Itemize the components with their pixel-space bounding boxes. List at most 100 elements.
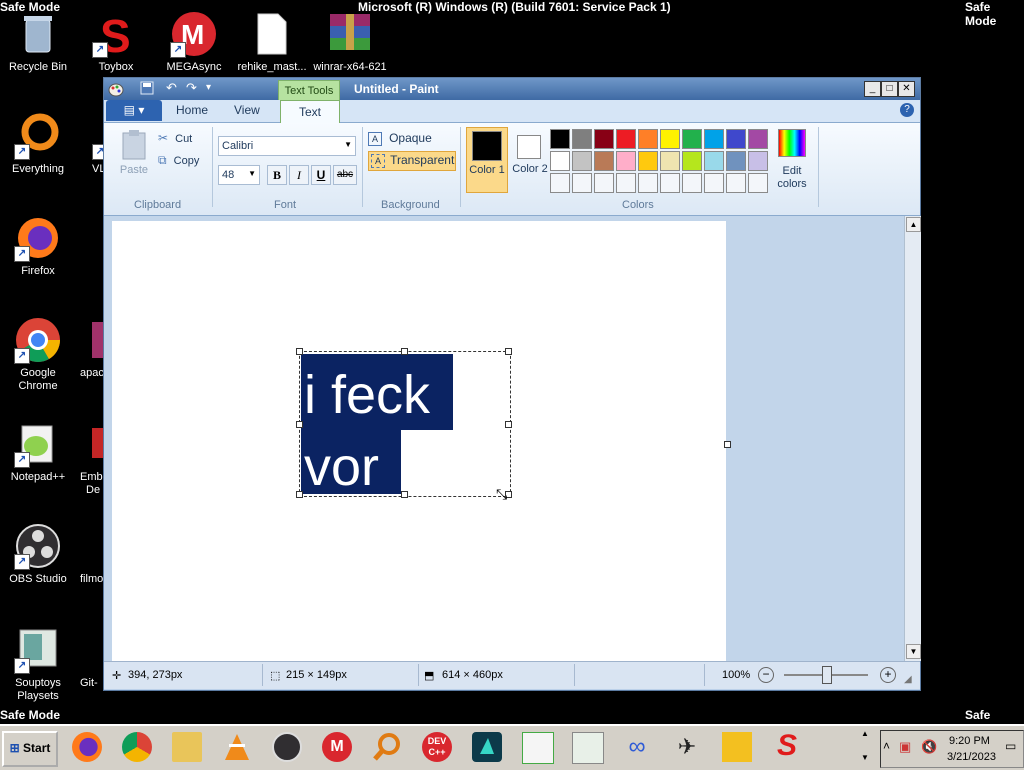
tab-view[interactable]: View (234, 103, 260, 117)
palette-color-swatch[interactable] (682, 173, 702, 193)
desktop-icon-filmo[interactable]: filmo (80, 522, 104, 586)
palette-color-swatch[interactable] (682, 129, 702, 149)
palette-color-swatch[interactable] (638, 173, 658, 193)
network-icon[interactable]: ▣ (899, 739, 911, 755)
obs-icon[interactable] (272, 732, 302, 762)
explorer-icon[interactable] (172, 732, 202, 762)
palette-color-swatch[interactable] (616, 151, 636, 171)
notepad-icon[interactable] (522, 732, 554, 764)
zoom-in-button[interactable]: + (880, 667, 896, 683)
vertical-scrollbar[interactable]: ▲ ▼ (904, 216, 921, 661)
palette-color-swatch[interactable] (594, 129, 614, 149)
taskbar-scroll[interactable]: ▲ ▼ (858, 728, 872, 766)
palette-color-swatch[interactable] (660, 151, 680, 171)
help-icon[interactable]: ? (900, 103, 914, 117)
palette-color-swatch[interactable] (748, 151, 768, 171)
desktop-icon-git[interactable]: Git- (80, 626, 104, 690)
cookie-icon[interactable] (722, 732, 752, 762)
edit-colors-button[interactable]: Edit colors (772, 129, 812, 193)
tab-text[interactable]: Text (280, 100, 340, 124)
palette-color-swatch[interactable] (616, 129, 636, 149)
paste-button[interactable]: Paste (116, 129, 152, 179)
bold-button[interactable]: B (267, 165, 287, 185)
search-icon[interactable] (372, 732, 402, 762)
desktop-icon-apac[interactable]: apac (80, 316, 104, 380)
close-button[interactable]: ✕ (898, 81, 915, 97)
zoom-out-button[interactable]: − (758, 667, 774, 683)
palette-color-swatch[interactable] (748, 129, 768, 149)
strikethrough-button[interactable]: abc (333, 165, 357, 185)
palette-color-swatch[interactable] (726, 151, 746, 171)
palette-color-swatch[interactable] (704, 173, 724, 193)
megasync-icon[interactable]: M (322, 732, 352, 762)
volume-icon[interactable]: 🔇 (921, 739, 937, 755)
palette-color-swatch[interactable] (572, 129, 592, 149)
clock-time[interactable]: 9:20 PM (949, 735, 990, 747)
text-box[interactable]: i feck vor ⤡ (296, 348, 512, 502)
canvas-resize-handle[interactable] (724, 441, 731, 448)
underline-button[interactable]: U (311, 165, 331, 185)
scroll-down-icon[interactable]: ▼ (906, 644, 921, 659)
desktop-icon-souptoys[interactable]: ↗ Souptoys Playsets (0, 626, 76, 703)
resize-handle[interactable] (505, 421, 512, 428)
palette-color-swatch[interactable] (704, 129, 724, 149)
palette-color-swatch[interactable] (594, 173, 614, 193)
zoom-slider-thumb[interactable] (822, 666, 832, 684)
devcpp-icon[interactable]: DEV C++ (422, 732, 452, 762)
filmora-icon[interactable] (472, 732, 502, 762)
resize-grip-icon[interactable]: ◢ (904, 674, 912, 685)
desktop-icon-rehike[interactable]: rehike_mast... (234, 10, 310, 74)
minimize-button[interactable]: _ (864, 81, 881, 97)
resize-handle[interactable] (401, 348, 408, 355)
transparent-button[interactable]: A Transparent (368, 151, 456, 171)
palette-color-swatch[interactable] (638, 151, 658, 171)
resize-handle[interactable] (296, 348, 303, 355)
palette-color-swatch[interactable] (550, 151, 570, 171)
desktop-icon-chrome[interactable]: ↗ Google Chrome (0, 316, 76, 393)
palette-color-swatch[interactable] (572, 173, 592, 193)
desktop-icon-emb[interactable]: Emb De (80, 420, 104, 497)
desktop-icon-winrar[interactable]: winrar-x64-621 (312, 10, 388, 74)
vlc-icon[interactable] (222, 732, 252, 762)
resize-handle[interactable] (296, 491, 303, 498)
desktop-icon-toybox[interactable]: S ↗ Toybox (78, 10, 154, 74)
paint-icon[interactable] (572, 732, 604, 764)
italic-button[interactable]: I (289, 165, 309, 185)
resize-handle[interactable] (296, 421, 303, 428)
quick-access-dropdown-icon[interactable]: ▾ (206, 81, 220, 95)
loop-icon[interactable]: ∞ (622, 735, 652, 759)
palette-color-swatch[interactable] (660, 173, 680, 193)
font-family-select[interactable]: Calibri ▼ (218, 136, 356, 156)
desktop-icon-obs[interactable]: ↗ OBS Studio (0, 522, 76, 586)
undo-icon[interactable]: ↶ (166, 81, 180, 95)
drawing-canvas[interactable]: i feck vor ⤡ (112, 221, 726, 661)
desktop-icon-everything[interactable]: ↗ Everything (0, 112, 76, 176)
palette-color-swatch[interactable] (594, 151, 614, 171)
chrome-icon[interactable] (122, 732, 152, 762)
palette-color-swatch[interactable] (550, 129, 570, 149)
tool-icon[interactable]: ✈ (672, 732, 702, 762)
palette-color-swatch[interactable] (726, 173, 746, 193)
firefox-icon[interactable] (72, 732, 102, 762)
font-size-select[interactable]: 48 ▼ (218, 165, 260, 185)
title-bar[interactable]: ↶ ↷ ▾ Text Tools Untitled - Paint _ □ ✕ (104, 78, 920, 102)
palette-color-swatch[interactable] (638, 129, 658, 149)
copy-button[interactable]: ⧉ Copy (158, 153, 199, 169)
start-button[interactable]: ⊞ Start (2, 731, 58, 767)
opaque-button[interactable]: A Opaque (368, 131, 454, 149)
toybox-icon[interactable]: S (772, 730, 802, 762)
palette-color-swatch[interactable] (572, 151, 592, 171)
color1-selector[interactable]: Color 1 (466, 127, 508, 193)
desktop-icon-notepadpp[interactable]: ↗ Notepad++ (0, 420, 76, 484)
desktop-icon-firefox[interactable]: ↗ Firefox (0, 214, 76, 278)
desktop-icon-recycle-bin[interactable]: Recycle Bin (0, 10, 76, 74)
maximize-button[interactable]: □ (881, 81, 898, 97)
palette-color-swatch[interactable] (704, 151, 724, 171)
palette-color-swatch[interactable] (682, 151, 702, 171)
palette-color-swatch[interactable] (660, 129, 680, 149)
cut-button[interactable]: ✂ Cut (158, 131, 192, 147)
resize-handle[interactable] (401, 491, 408, 498)
color2-selector[interactable]: Color 2 (510, 127, 550, 191)
scroll-up-icon[interactable]: ▲ (906, 217, 921, 232)
paint-app-icon[interactable] (108, 81, 124, 97)
